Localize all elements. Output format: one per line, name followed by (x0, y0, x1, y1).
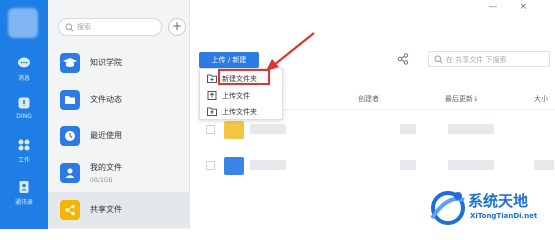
creator-redacted (400, 124, 416, 134)
column-last-updated-label: 最后更新 (445, 95, 473, 103)
file-icon (224, 157, 244, 175)
watermark-url: XiTongTianDi.net (470, 212, 538, 220)
nav-search-input[interactable]: 搜索 (58, 18, 162, 36)
file-name-redacted (250, 160, 286, 170)
rail-item-messages[interactable]: 消息 (0, 56, 48, 92)
upload-folder-icon (207, 107, 217, 116)
row-checkbox[interactable] (206, 161, 215, 170)
menu-item-label: 上传文件夹 (222, 108, 257, 116)
watermark-title: 系统天地 (468, 192, 529, 210)
share-icon (60, 200, 80, 220)
rail-label: 工作 (17, 157, 30, 164)
creator-redacted (400, 160, 416, 170)
plus-icon[interactable]: + (168, 18, 186, 36)
rail-item-work[interactable]: 工作 (0, 138, 48, 174)
rail-label: 消息 (17, 75, 30, 82)
nav-item-label: 最近使用 (90, 131, 122, 140)
ding-icon (18, 97, 30, 109)
upload-new-button[interactable]: 上传 / 新建 (199, 52, 259, 68)
contacts-icon (19, 181, 29, 193)
clock-icon (60, 126, 80, 146)
storage-usage: 0B/2GB (90, 177, 113, 184)
sort-desc-icon: ↓ (473, 95, 479, 103)
window-controls: —× (488, 2, 549, 12)
size-redacted (534, 160, 554, 170)
file-name-redacted (250, 124, 286, 134)
annotation-arrow-icon (266, 32, 315, 71)
table-row[interactable] (198, 152, 555, 180)
nav-item-label: 共享文件 (90, 205, 122, 214)
watermark-logo-icon (430, 191, 465, 225)
rail-label: DING (16, 113, 32, 120)
shared-files-search-input[interactable]: 在 共享文件 下搜索 (428, 51, 550, 67)
table-row[interactable] (198, 116, 555, 144)
nav-item-label: 知识学院 (90, 58, 122, 67)
left-rail: 消息 DING 工作 通讯录 (0, 0, 48, 229)
app-window: 消息 DING 工作 通讯录 搜索 + 知识学院 文件动态 最近使用 我的文件 … (0, 0, 555, 229)
minimize-button[interactable]: — (488, 2, 519, 12)
row-checkbox[interactable] (206, 125, 215, 134)
file-nav-panel: 搜索 + 知识学院 文件动态 最近使用 我的文件 0B/2GB 共享文件 (48, 0, 190, 229)
close-button[interactable]: × (519, 2, 549, 12)
folder-icon (224, 121, 244, 139)
rail-item-contacts[interactable]: 通讯录 (0, 180, 48, 216)
share-link-icon[interactable] (397, 53, 409, 65)
upload-file-icon (207, 91, 217, 100)
search-icon (434, 55, 443, 64)
rail-label: 通讯录 (14, 199, 33, 206)
column-creator[interactable]: 创建者 (358, 94, 379, 104)
updated-redacted (448, 160, 494, 170)
chat-icon (18, 57, 30, 68)
nav-item-label: 我的文件 (90, 163, 122, 172)
nav-item-my-files[interactable]: 我的文件 0B/2GB (48, 155, 189, 191)
graduation-cap-icon (60, 53, 80, 73)
new-folder-icon (207, 74, 217, 83)
nav-item-shared-files[interactable]: 共享文件 (48, 192, 189, 228)
watermark: 系统天地 XiTongTianDi.net (430, 186, 555, 229)
menu-item-upload-folder[interactable]: 上传文件夹 (200, 104, 282, 119)
menu-item-upload-file[interactable]: 上传文件 (200, 88, 282, 103)
updated-redacted (448, 124, 494, 134)
search-icon (65, 23, 74, 32)
user-icon (60, 163, 80, 183)
search-placeholder: 在 共享文件 下搜索 (446, 56, 507, 64)
nav-search-placeholder: 搜索 (77, 23, 91, 31)
nav-item-knowledge[interactable]: 知识学院 (48, 45, 189, 81)
nav-item-recent[interactable]: 最近使用 (48, 118, 189, 154)
nav-item-label: 文件动态 (90, 95, 122, 104)
column-size[interactable]: 大小 (534, 94, 548, 104)
folder-icon (60, 90, 80, 110)
apps-icon (18, 139, 30, 151)
column-last-updated[interactable]: 最后更新↓ (445, 94, 479, 104)
nav-item-file-activity[interactable]: 文件动态 (48, 82, 189, 118)
rail-item-ding[interactable]: DING (0, 96, 48, 132)
menu-item-label: 上传文件 (222, 92, 250, 100)
avatar[interactable] (8, 8, 38, 38)
